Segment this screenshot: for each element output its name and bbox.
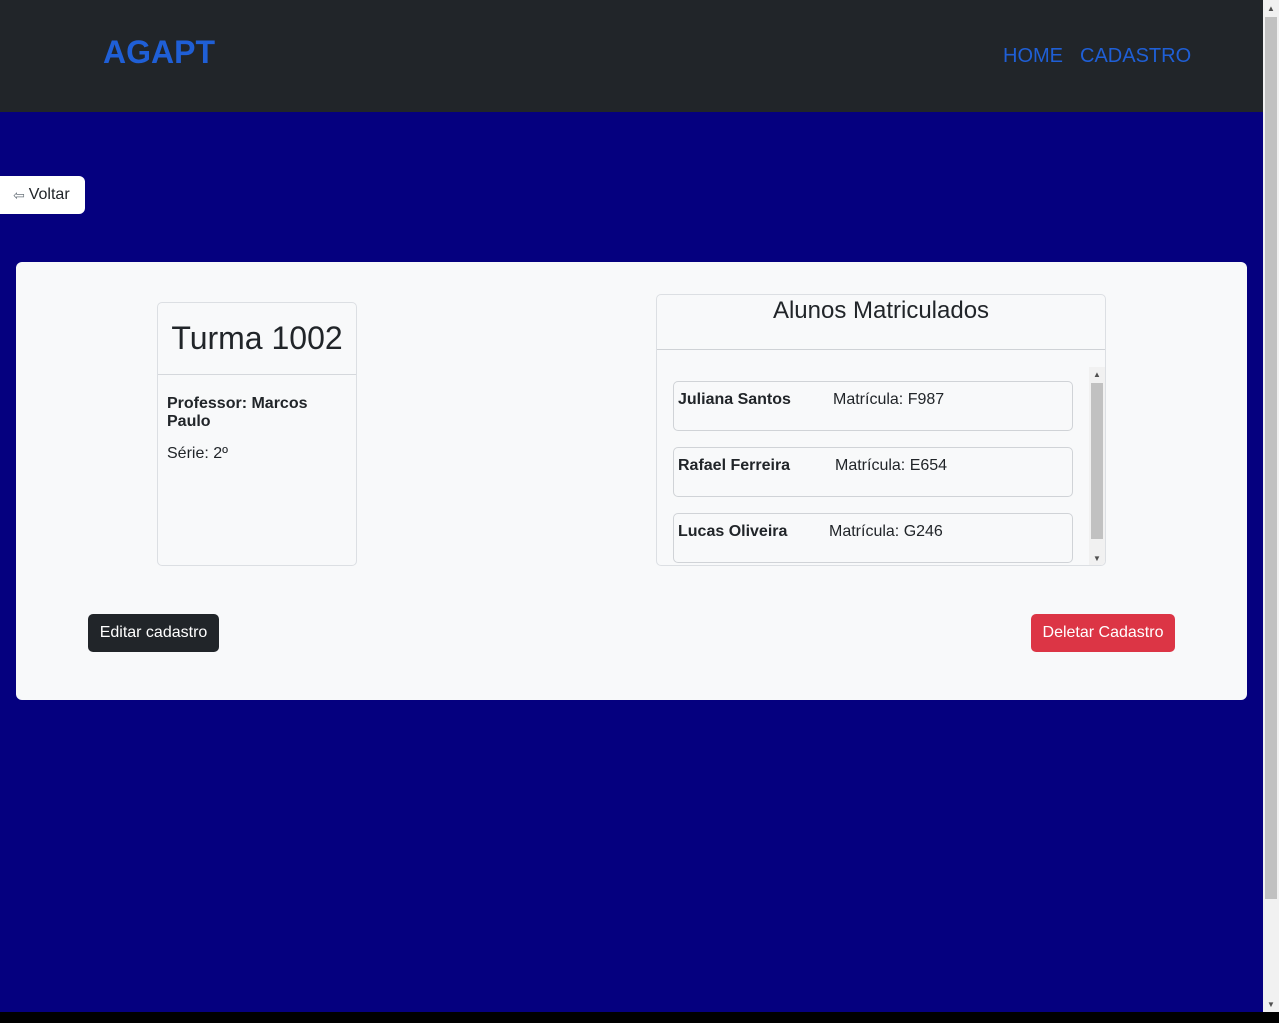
scroll-up-icon[interactable]: ▲: [1263, 0, 1279, 16]
scroll-up-icon[interactable]: ▲: [1089, 367, 1105, 381]
alunos-card: Alunos Matriculados Juliana Santos Matrí…: [656, 294, 1106, 566]
page-scrollbar[interactable]: ▲ ▼: [1263, 0, 1279, 1012]
scroll-down-icon[interactable]: ▼: [1263, 996, 1279, 1012]
left-arrow-icon: ⇦: [13, 186, 25, 203]
turma-detail-panel: Turma 1002 Professor: Marcos Paulo Série…: [16, 262, 1247, 700]
aluno-nome: Juliana Santos: [678, 391, 791, 408]
brand-logo[interactable]: AGAPT: [103, 34, 215, 71]
nav-link-cadastro[interactable]: CADASTRO: [1080, 45, 1191, 68]
turma-card: Turma 1002 Professor: Marcos Paulo Série…: [157, 302, 357, 566]
alunos-scrollbar[interactable]: ▲ ▼: [1089, 367, 1105, 565]
scroll-down-icon[interactable]: ▼: [1089, 551, 1105, 565]
page-background: AGAPT HOME CADASTRO ⇦ Voltar Turma 1002 …: [0, 0, 1263, 1012]
back-button[interactable]: ⇦ Voltar: [0, 176, 85, 214]
turma-card-header: Turma 1002: [158, 303, 356, 375]
serie-text: Série: 2º: [167, 445, 228, 462]
aluno-matricula: Matrícula: E654: [835, 457, 948, 474]
edit-cadastro-button[interactable]: Editar cadastro: [88, 614, 219, 652]
list-item: Lucas Oliveira Matrícula: G246: [673, 513, 1073, 563]
alunos-card-header: Alunos Matriculados: [657, 295, 1105, 350]
aluno-matricula: Matrícula: F987: [833, 391, 945, 408]
page-scrollbar-thumb[interactable]: [1265, 17, 1277, 899]
turma-card-body: Professor: Marcos Paulo Série: 2º: [158, 375, 356, 483]
delete-cadastro-button[interactable]: Deletar Cadastro: [1031, 614, 1175, 652]
window-bottom-edge: [0, 1012, 1279, 1023]
aluno-nome: Lucas Oliveira: [678, 523, 788, 540]
turma-title: Turma 1002: [171, 320, 343, 356]
professor-text: Professor: Marcos Paulo: [167, 395, 308, 430]
aluno-nome: Rafael Ferreira: [678, 457, 791, 474]
list-item: Juliana Santos Matrícula: F987: [673, 381, 1073, 431]
list-item: Rafael Ferreira Matrícula: E654: [673, 447, 1073, 497]
alunos-title: Alunos Matriculados: [772, 297, 990, 324]
navbar: AGAPT HOME CADASTRO: [0, 0, 1263, 112]
scrollbar-thumb[interactable]: [1091, 383, 1103, 539]
back-button-label: Voltar: [28, 186, 70, 203]
alunos-list[interactable]: Juliana Santos Matrícula: F987 Rafael Fe…: [673, 381, 1073, 565]
nav-link-home[interactable]: HOME: [1003, 45, 1063, 68]
aluno-matricula: Matrícula: G246: [829, 523, 943, 540]
